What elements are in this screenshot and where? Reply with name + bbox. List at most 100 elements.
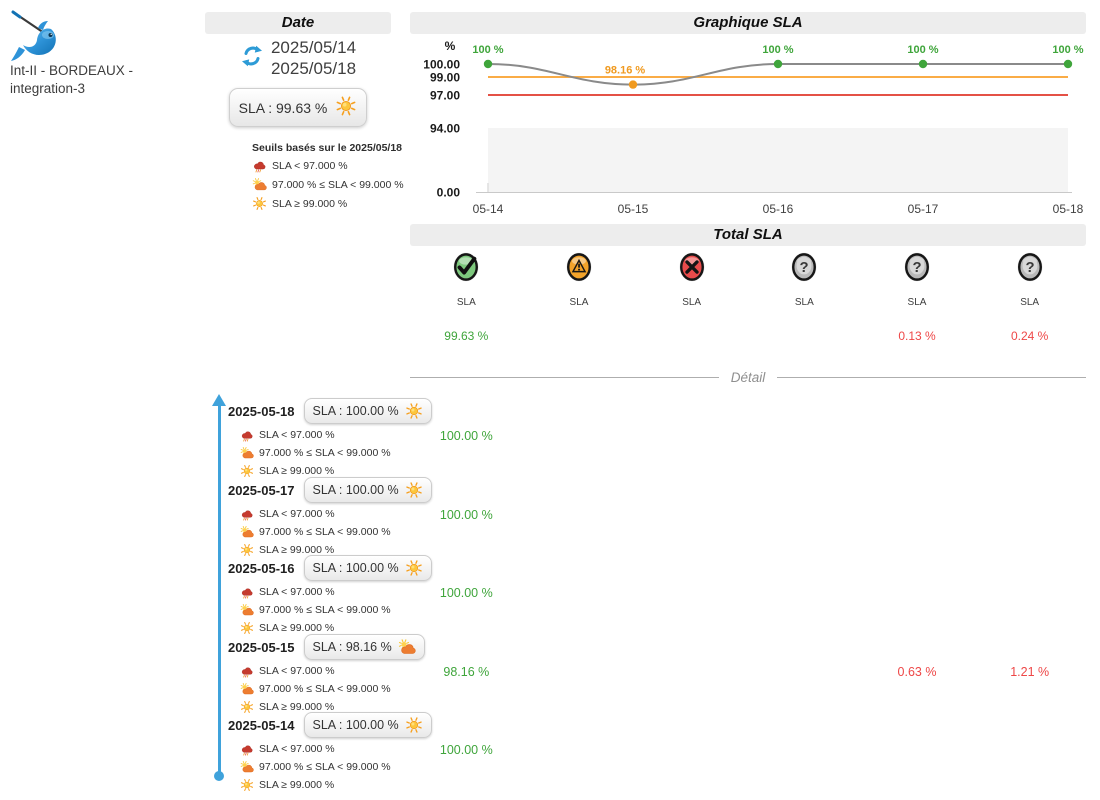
detail-value-row: 100.00 % [410,586,1086,600]
chart-point [629,80,637,88]
thresholds-list: SLA < 97.000 % 97.000 % ≤ SLA < 99.000 %… [252,158,391,211]
partly-sunny-icon [240,446,254,460]
chart-point [774,60,782,68]
sla-chart-panel: Graphique SLA %100.0099.0097.0094.000.00… [410,12,1086,222]
total-sla-value: 0.13 % [898,329,935,343]
storm-icon [240,742,254,756]
detail-sla-badge-text: SLA : 100.00 % [313,718,399,732]
detail-sla-value [523,586,636,600]
shinken-fish-logo [8,8,62,69]
sla-line-chart: %100.0099.0097.0094.000.00100 %98.16 %10… [410,36,1086,222]
partly-sunny-icon [240,682,254,696]
detail-sla-value: 0.63 % [861,665,974,679]
threshold-label: 97.000 % ≤ SLA < 99.000 % [259,683,391,695]
storm-icon [240,428,254,442]
point-label: 100 % [762,44,793,56]
total-sla-column: ? SLA 0.24 % [973,252,1086,343]
partly-sunny-icon [252,177,267,192]
svg-text:?: ? [1025,260,1034,276]
y-tick-label: 0.00 [437,186,461,200]
date-panel-header: Date [205,12,391,34]
detail-sla-value [748,508,861,522]
total-sla-badge: SLA : 99.63 % [229,88,368,127]
detail-sla-value [973,586,1086,600]
detail-header: Détail [731,370,766,385]
y-tick-label: 100.00 [423,58,460,72]
partly-sunny-icon [240,603,254,617]
detail-sla-badge-text: SLA : 100.00 % [313,404,399,418]
sunny-icon [405,559,423,577]
total-sla-badge-text: SLA : 99.63 % [239,100,328,116]
chart-header: Graphique SLA [410,12,1086,34]
threshold-row: SLA < 97.000 % [252,158,391,173]
threshold-row: SLA ≥ 99.000 % [252,196,391,211]
detail-entry-date: 2025-05-15 [228,640,295,655]
detail-value-row: 100.00 % [410,429,1086,443]
detail-sla-badge: SLA : 98.16 % [304,634,425,660]
point-label: 98.16 % [605,65,646,77]
total-sla-grid: SLA 99.63 % SLA SLA ? SLA [410,252,1086,343]
partly-sunny-icon [398,638,416,656]
sunny-icon [252,196,267,211]
divider-line [410,377,719,378]
sunny-icon [240,621,254,635]
storm-icon [240,742,254,756]
total-sla-column: ? SLA [748,252,861,343]
total-sla-header: Total SLA [410,224,1086,246]
x-tick-label: 05-16 [763,202,794,216]
detail-sla-badge: SLA : 100.00 % [304,477,432,503]
sla-column-label: SLA [570,297,589,308]
instance-title: Int-II - BORDEAUX - integration-3 [10,62,200,98]
storm-icon [240,585,254,599]
instance-title-line1: Int-II - BORDEAUX - [10,62,200,80]
detail-entry-date: 2025-05-18 [228,404,295,419]
detail-sla-value [635,665,748,679]
detail-sla-value [973,508,1086,522]
y-tick-label: 97.00 [430,89,460,103]
date-range-arrows-icon[interactable] [240,43,264,74]
threshold-row: 97.000 % ≤ SLA < 99.000 % [240,682,463,696]
storm-icon [240,428,254,442]
detail-sla-value [523,665,636,679]
detail-sla-value [635,586,748,600]
partly-sunny-icon [240,682,254,696]
detail-sla-value: 1.21 % [973,665,1086,679]
shaded-band [488,128,1068,192]
threshold-row: SLA ≥ 99.000 % [240,778,463,792]
divider-line [777,377,1086,378]
detail-sla-badge-text: SLA : 100.00 % [313,561,399,575]
detail-sla-value: 100.00 % [410,429,523,443]
status-warning-icon [566,252,592,282]
detail-sla-value [523,743,636,757]
threshold-row: 97.000 % ≤ SLA < 99.000 % [240,760,463,774]
detail-entry-head: 2025-05-15 SLA : 98.16 % [228,634,463,660]
detail-entry-date: 2025-05-16 [228,561,295,576]
total-sla-value: 99.63 % [444,329,488,343]
detail-sla-value [523,508,636,522]
detail-sla-badge-text: SLA : 100.00 % [313,483,399,497]
date-range-values: 2025/05/14 2025/05/18 [271,37,356,79]
detail-entry-head: 2025-05-16 SLA : 100.00 % [228,555,463,581]
chart-point [1064,60,1072,68]
threshold-row: 97.000 % ≤ SLA < 99.000 % [240,446,463,460]
sunny-icon [335,95,357,120]
point-label: 100 % [1052,44,1083,56]
detail-value-row: 100.00 % [410,743,1086,757]
partly-sunny-icon [252,177,267,192]
detail-sla-value [748,429,861,443]
x-tick-label: 05-14 [473,202,504,216]
sunny-icon [240,621,254,635]
storm-icon [240,507,254,521]
x-tick-label: 05-15 [618,202,649,216]
detail-sla-value [973,743,1086,757]
threshold-label: SLA < 97.000 % [259,586,335,598]
detail-sla-value [973,429,1086,443]
status-ok-check-icon [453,252,479,282]
sla-column-label: SLA [682,297,701,308]
total-sla-column: ? SLA 0.13 % [861,252,974,343]
detail-value-row: 98.16 %0.63 %1.21 % [410,665,1086,679]
sla-column-label: SLA [1020,297,1039,308]
svg-text:?: ? [800,260,809,276]
detail-sla-value [635,429,748,443]
date-to: 2025/05/18 [271,58,356,79]
